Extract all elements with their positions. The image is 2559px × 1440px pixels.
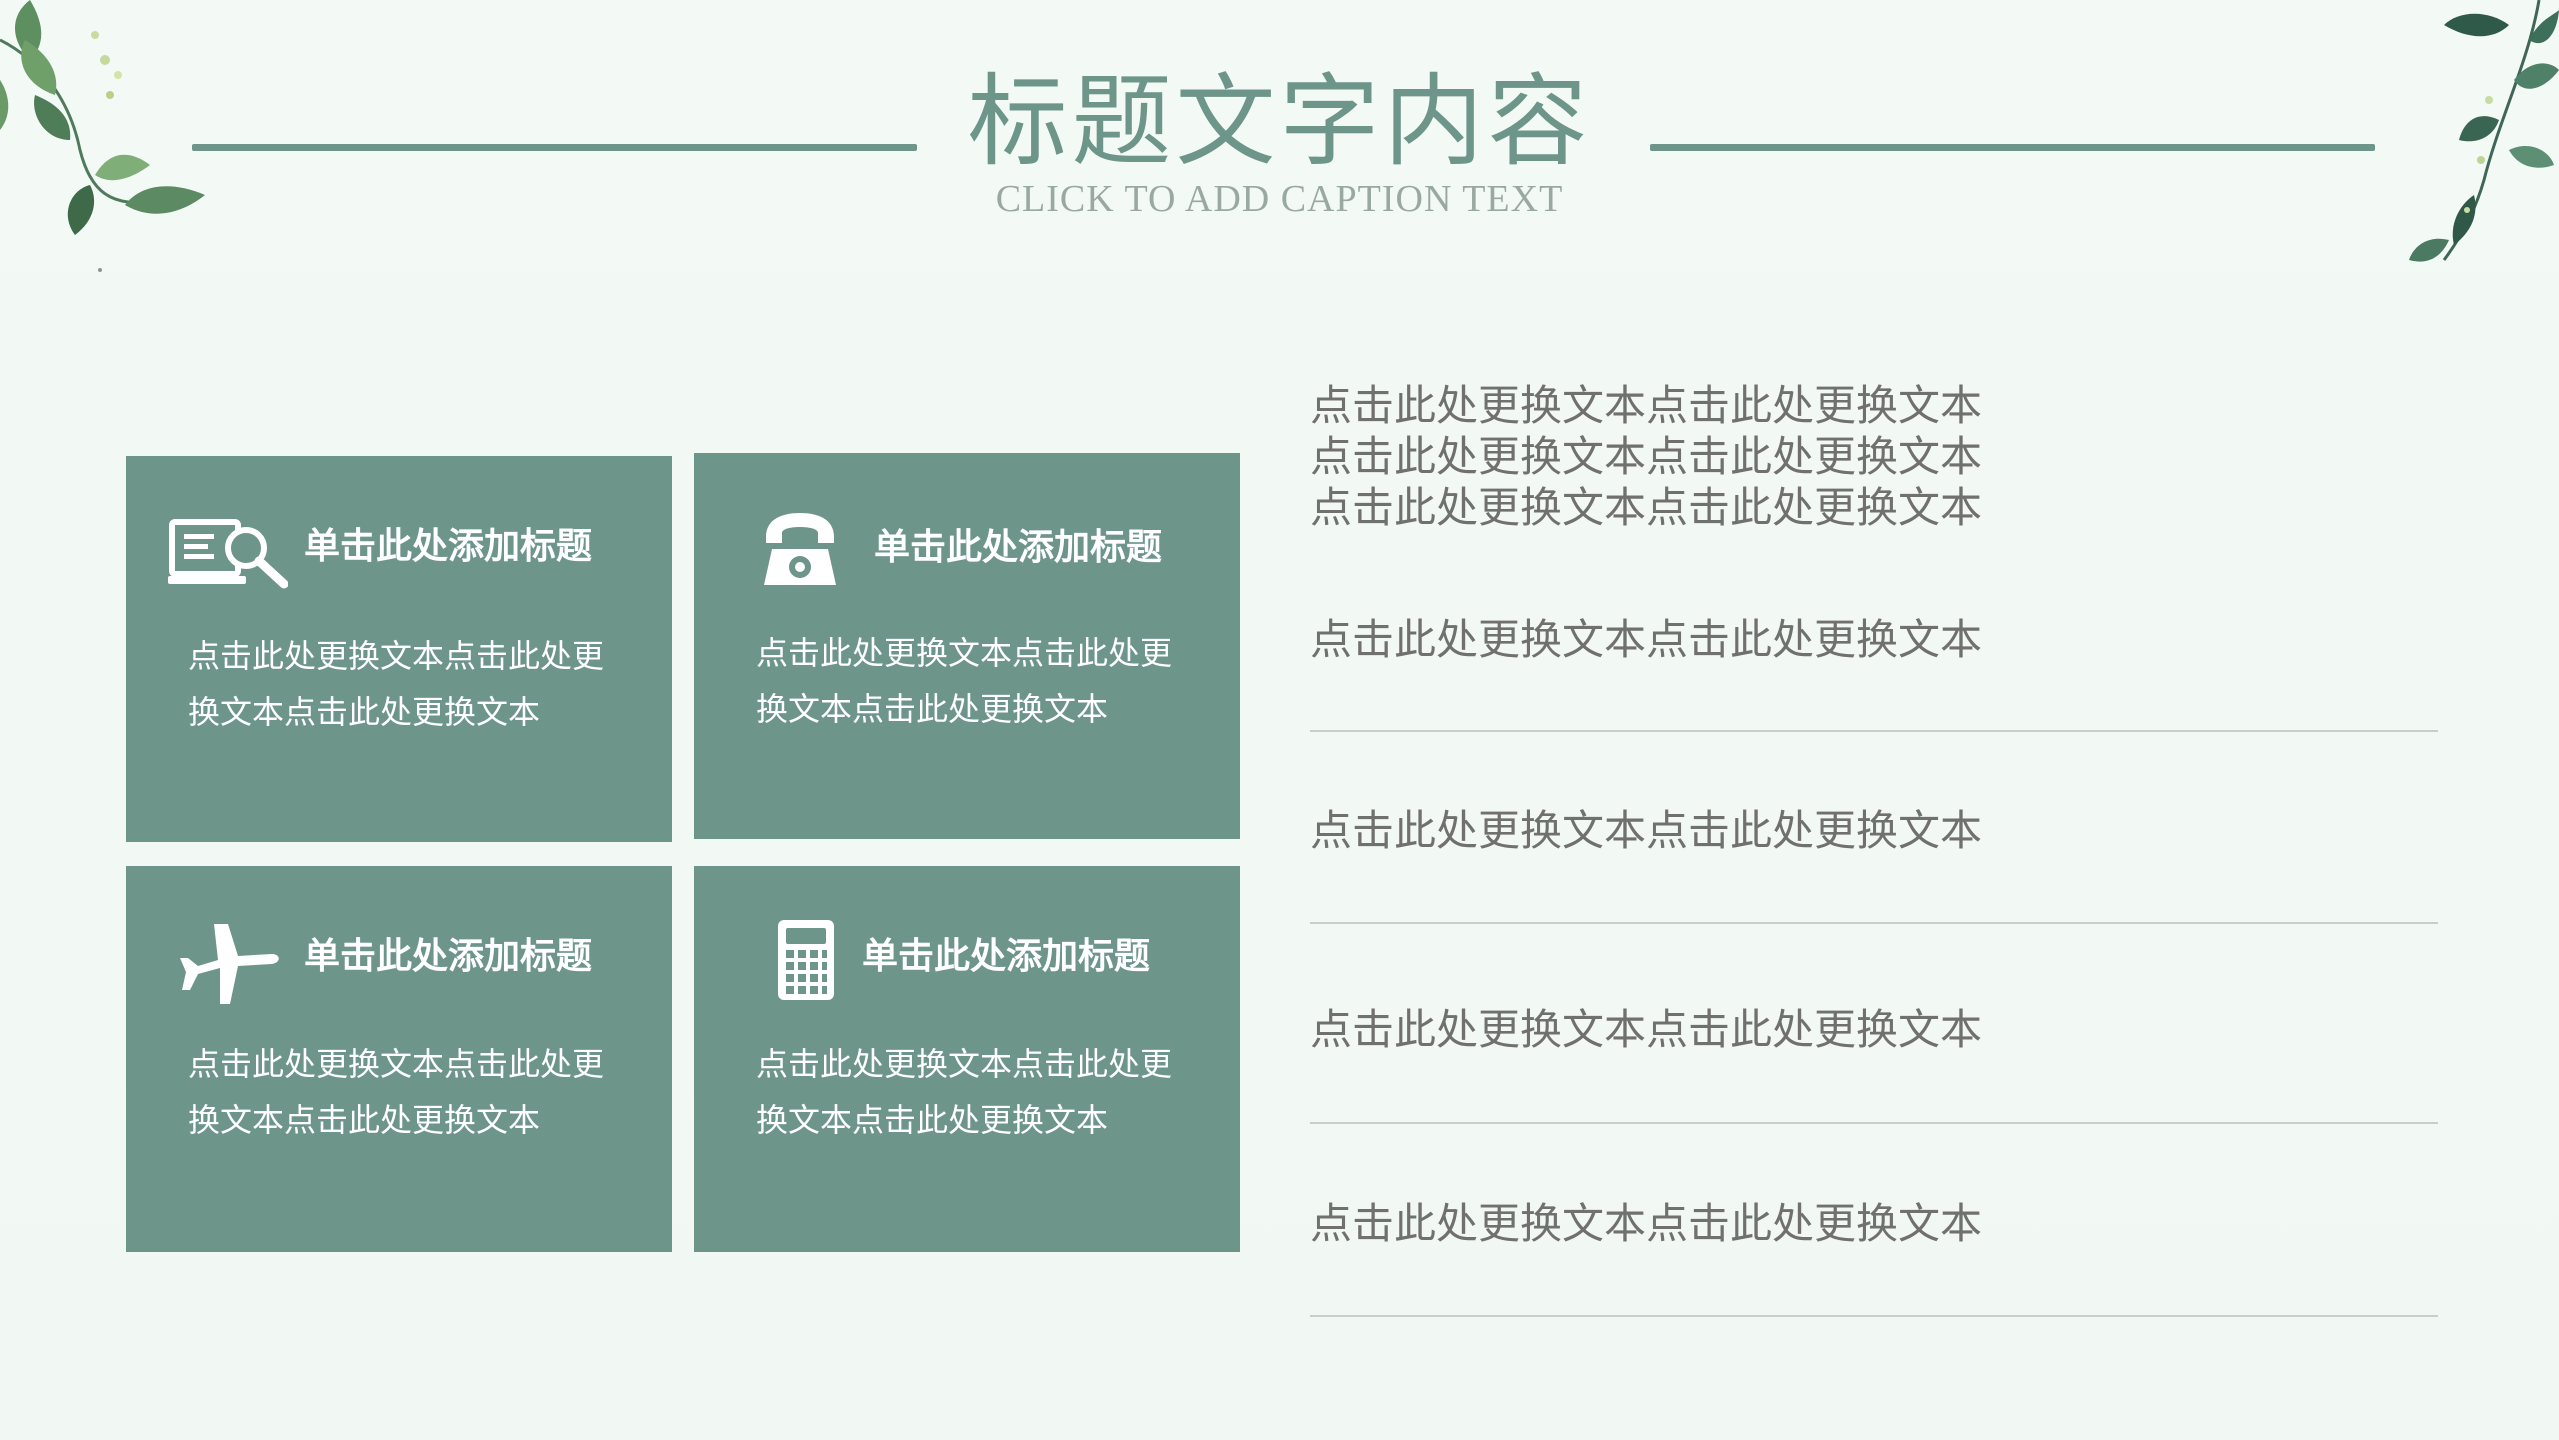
airplane-icon xyxy=(180,924,279,1004)
card-text[interactable]: 点击此处更换文本点击此处更换文本点击此处更换文本 xyxy=(188,628,628,740)
card-text[interactable]: 点击此处更换文本点击此处更换文本点击此处更换文本 xyxy=(188,1036,628,1148)
telephone-icon xyxy=(764,513,836,585)
slide: 标题文字内容 CLICK TO ADD CAPTION TEXT 单击此处添加标… xyxy=(0,0,2559,1440)
calculator-icon xyxy=(778,920,834,1000)
card-title[interactable]: 单击此处添加标题 xyxy=(304,524,592,570)
intro-line: 点击此处更换文本点击此处更换文本 xyxy=(1310,432,1983,481)
list-item[interactable]: 点击此处更换文本点击此处更换文本 xyxy=(1310,1005,2438,1055)
feature-card[interactable]: 单击此处添加标题 点击此处更换文本点击此处更换文本点击此处更换文本 xyxy=(126,456,672,842)
list-divider xyxy=(1310,1122,2438,1124)
intro-paragraph[interactable]: 点击此处更换文本点击此处更换文本 点击此处更换文本点击此处更换文本 点击此处更换… xyxy=(1310,380,2010,533)
list-divider xyxy=(1310,1315,2438,1317)
intro-line: 点击此处更换文本点击此处更换文本 xyxy=(1310,381,1983,430)
computer-search-icon xyxy=(168,519,288,589)
list-item[interactable]: 点击此处更换文本点击此处更换文本 xyxy=(1310,615,2438,665)
feature-card[interactable]: 单击此处添加标题 点击此处更换文本点击此处更换文本点击此处更换文本 xyxy=(694,866,1240,1252)
card-title[interactable]: 单击此处添加标题 xyxy=(874,525,1162,571)
list-item[interactable]: 点击此处更换文本点击此处更换文本 xyxy=(1310,806,2438,856)
feature-card[interactable]: 单击此处添加标题 点击此处更换文本点击此处更换文本点击此处更换文本 xyxy=(126,866,672,1252)
card-text[interactable]: 点击此处更换文本点击此处更换文本点击此处更换文本 xyxy=(756,625,1196,737)
list-item[interactable]: 点击此处更换文本点击此处更换文本 xyxy=(1310,1199,2438,1249)
slide-caption[interactable]: CLICK TO ADD CAPTION TEXT xyxy=(0,176,2559,222)
card-title[interactable]: 单击此处添加标题 xyxy=(862,934,1150,980)
feature-card[interactable]: 单击此处添加标题 点击此处更换文本点击此处更换文本点击此处更换文本 xyxy=(694,453,1240,839)
list-divider xyxy=(1310,922,2438,924)
slide-title[interactable]: 标题文字内容 xyxy=(0,62,2559,182)
list-divider xyxy=(1310,730,2438,732)
card-text[interactable]: 点击此处更换文本点击此处更换文本点击此处更换文本 xyxy=(756,1036,1196,1148)
intro-line: 点击此处更换文本点击此处更换文本 xyxy=(1310,483,1983,532)
card-title[interactable]: 单击此处添加标题 xyxy=(304,934,592,980)
